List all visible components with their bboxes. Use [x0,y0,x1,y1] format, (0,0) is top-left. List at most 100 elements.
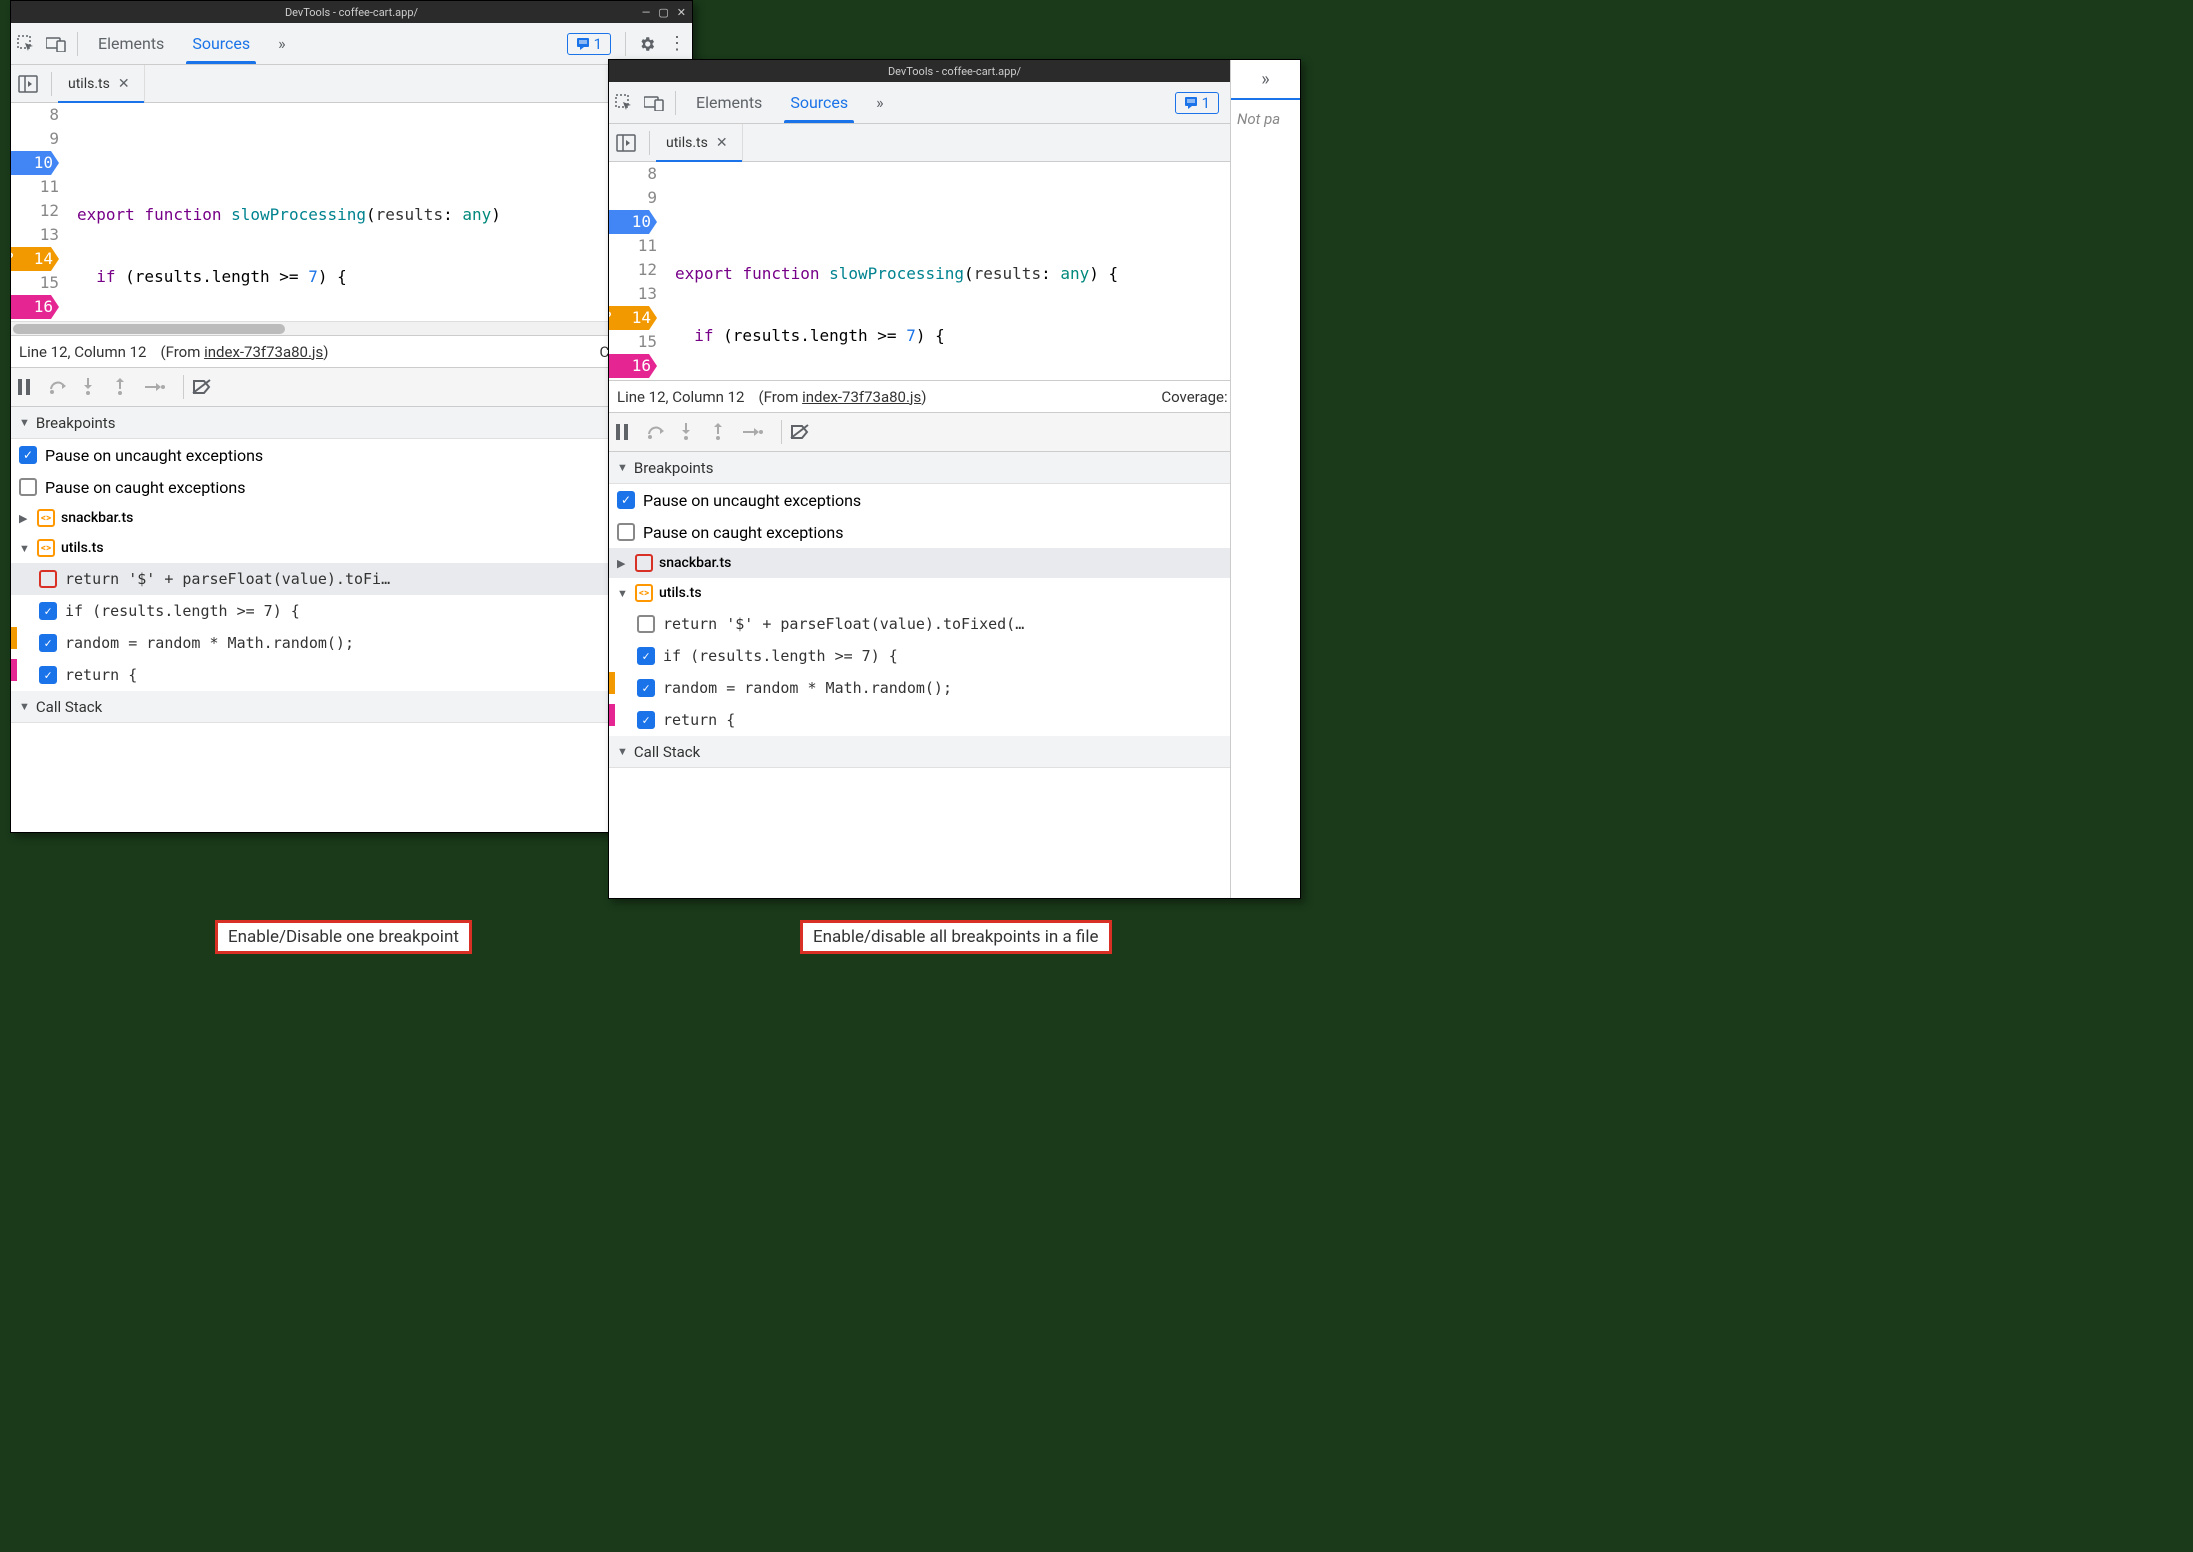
source-map-link[interactable]: index-73f73a80.js [204,343,323,361]
device-toggle-icon[interactable] [41,36,71,52]
tab-elements[interactable]: Elements [682,82,776,123]
step-icon[interactable] [145,381,175,393]
window-titlebar[interactable]: DevTools - coffee-cart.app/ — ▢ ✕ [11,1,692,23]
code-content[interactable]: export function slowProcessing(results: … [669,162,1300,380]
step-icon[interactable] [743,426,773,438]
breakpoint-marker-logpoint[interactable]: 16 [11,295,59,319]
source-map-link[interactable]: index-73f73a80.js [802,388,921,406]
breakpoint-item[interactable]: return '$' + parseFloat(value).toFi… ✕ 2 [11,563,692,595]
breakpoint-code: return { [65,666,646,684]
pause-caught-row[interactable]: Pause on caught exceptions [609,516,1300,548]
caption-right: Enable/disable all breakpoints in a file [800,920,1112,954]
pause-uncaught-row[interactable]: ✓ Pause on uncaught exceptions [11,439,692,471]
checkbox-checked-icon[interactable]: ✓ [637,679,655,697]
checkbox-checked-icon[interactable]: ✓ [617,491,635,509]
callstack-pane-header[interactable]: ▼Call Stack [11,691,692,723]
issues-badge[interactable]: 1 [567,33,611,55]
step-into-icon[interactable] [679,423,709,441]
step-over-icon[interactable] [49,379,79,395]
deactivate-breakpoints-icon[interactable] [192,379,222,395]
callstack-pane-header[interactable]: ▼Call Stack [609,736,1300,768]
file-tab-utils[interactable]: utils.ts ✕ [58,65,145,102]
checkbox-icon[interactable] [19,478,37,496]
checkbox-icon[interactable] [617,523,635,541]
window-titlebar[interactable]: DevTools - coffee-cart.app/ — ▢ ✕ [609,60,1300,82]
maximize-icon[interactable]: ▢ [658,6,668,19]
breakpoints-pane-header[interactable]: ▼Breakpoints [11,407,692,439]
breakpoint-file-utils[interactable]: ▼ <> utils.ts [609,578,1300,608]
breakpoint-marker-conditional[interactable]: ? 14 [11,247,59,271]
code-editor[interactable]: 8 9 10 11 12 13 ? 14 15 16 export functi… [11,103,692,321]
breakpoint-item[interactable]: return '$' + parseFloat(value).toFixed(…… [609,608,1300,640]
close-tab-icon[interactable]: ✕ [118,76,130,92]
pause-icon[interactable] [17,379,47,395]
checkbox-checked-icon[interactable]: ✓ [39,602,57,620]
breakpoint-marker-blue[interactable]: 10 [609,210,657,234]
breakpoint-item[interactable]: ✓ random = random * Math.random(); 14 [609,672,1300,704]
breakpoint-marker-conditional[interactable]: ? 14 [609,306,657,330]
issues-badge[interactable]: 1 [1175,92,1219,114]
step-over-icon[interactable] [647,424,677,440]
close-icon[interactable]: ✕ [677,6,686,19]
breakpoint-file-snackbar[interactable]: ▶ <> snackbar.ts [11,503,692,533]
scrollbar-thumb[interactable] [13,324,285,334]
breakpoint-code: random = random * Math.random(); [65,634,646,652]
checkbox-checked-icon[interactable]: ✓ [39,666,57,684]
logpoint-indicator [11,659,17,681]
close-tab-icon[interactable]: ✕ [716,135,728,151]
breakpoint-code: return { [663,711,1254,729]
inspect-icon[interactable] [609,94,639,112]
code-editor[interactable]: 8 9 10 11 12 13 ? 14 15 16 export functi… [609,162,1300,380]
checkbox-icon[interactable] [637,615,655,633]
breakpoint-marker-logpoint[interactable]: 16 [609,354,657,378]
breakpoint-item[interactable]: ✓ if (results.length >= 7) { 10 [11,595,692,627]
step-out-icon[interactable] [711,423,741,441]
breakpoint-marker-blue[interactable]: 10 [11,151,59,175]
tab-more[interactable]: » [862,82,898,123]
checkbox-highlighted-icon[interactable] [39,570,57,588]
device-toggle-icon[interactable] [639,95,669,111]
pause-caught-row[interactable]: Pause on caught exceptions [11,471,692,503]
more-menu-icon[interactable]: ⋮ [662,33,692,54]
navigator-toggle-icon[interactable] [609,134,643,152]
breakpoint-file-snackbar[interactable]: ▶ snackbar.ts ✕ [609,548,1300,578]
checkbox-checked-icon[interactable]: ✓ [19,446,37,464]
inspect-icon[interactable] [11,35,41,53]
tab-sources[interactable]: Sources [776,82,862,123]
breakpoint-item[interactable]: ✓ random = random * Math.random(); 14 [11,627,692,659]
code-content[interactable]: export function slowProcessing(results: … [71,103,692,321]
checkbox-checked-icon[interactable]: ✓ [39,634,57,652]
navigator-toggle-icon[interactable] [11,75,45,93]
tab-elements[interactable]: Elements [84,23,178,64]
editor-gutter[interactable]: 8 9 10 11 12 13 ? 14 15 16 [11,103,71,321]
file-tab-label: utils.ts [666,135,708,151]
breakpoint-item[interactable]: ✓ return { 16 [11,659,692,691]
step-into-icon[interactable] [81,378,111,396]
devtools-window-left: DevTools - coffee-cart.app/ — ▢ ✕ Elemen… [10,0,693,833]
deactivate-breakpoints-icon[interactable] [790,424,820,440]
breakpoint-file-utils[interactable]: ▼ <> utils.ts [11,533,692,563]
main-toolbar: Elements Sources » 1 ⋮ [609,82,1300,124]
minimize-icon[interactable]: — [642,6,651,19]
file-tab-utils[interactable]: utils.ts ✕ [656,124,743,161]
file-label: utils.ts [659,585,702,601]
checkbox-checked-icon[interactable]: ✓ [637,647,655,665]
breakpoint-item[interactable]: ✓ return { 16 [609,704,1300,736]
pause-icon[interactable] [615,424,645,440]
breakpoint-item[interactable]: ✓ if (results.length >= 7) { 10 [609,640,1300,672]
file-checkbox-highlighted-icon[interactable] [635,554,653,572]
pause-uncaught-row[interactable]: ✓ Pause on uncaught exceptions [609,484,1300,516]
panel-tabs: Elements Sources » [682,82,898,123]
breakpoint-code: return '$' + parseFloat(value).toFi… [65,570,614,588]
step-out-icon[interactable] [113,378,143,396]
horizontal-scrollbar[interactable] [11,321,692,335]
pause-caught-label: Pause on caught exceptions [45,478,246,497]
tab-more[interactable]: » [264,23,300,64]
breakpoints-pane-header[interactable]: ▼Breakpoints [609,452,1300,484]
settings-icon[interactable] [632,35,662,53]
tab-sources[interactable]: Sources [178,23,264,64]
editor-gutter[interactable]: 8 9 10 11 12 13 ? 14 15 16 [609,162,669,380]
collapse-icon: ▼ [617,745,628,758]
checkbox-checked-icon[interactable]: ✓ [637,711,655,729]
file-label: utils.ts [61,540,104,556]
